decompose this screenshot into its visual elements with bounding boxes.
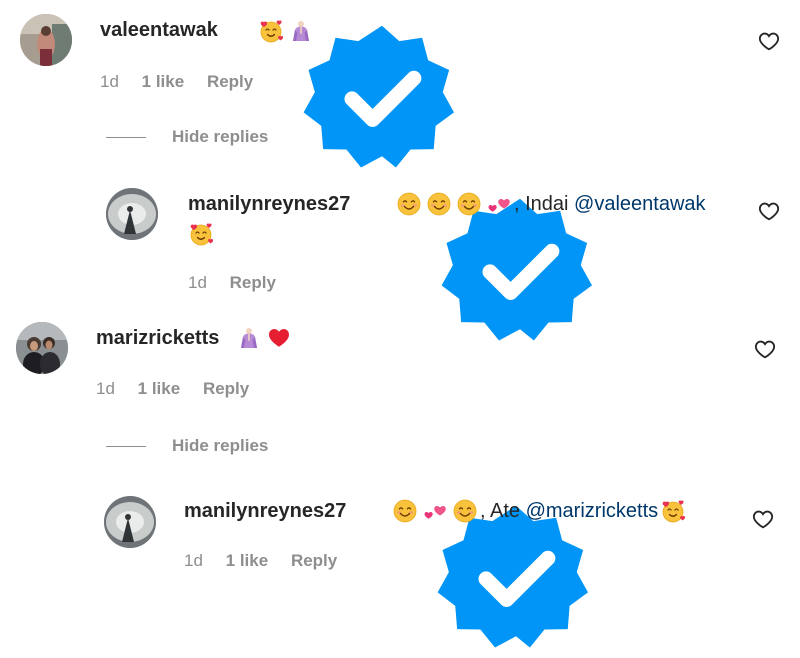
comment-text-line2 [186, 222, 216, 246]
comment-valeentawak: valeentawak 1d 1 like Reply [0, 0, 800, 110]
likes-count[interactable]: 1 like [226, 551, 269, 570]
verified-badge-icon [370, 195, 388, 213]
mention-link[interactable]: @marizricketts [526, 500, 659, 523]
comment-text [226, 19, 316, 43]
verified-badge-icon [232, 22, 250, 40]
reply-button[interactable]: Reply [230, 273, 276, 292]
hide-replies-button[interactable]: Hide replies [106, 127, 268, 147]
avatar[interactable] [104, 496, 156, 548]
comment-time: 1d [100, 72, 119, 91]
avatar[interactable] [16, 322, 68, 374]
smiling-face-with-hearts-emoji [259, 19, 283, 43]
two-hearts-emoji [423, 499, 447, 523]
reply-manilynreynes27-2: manilynreynes27 , Ate @marizricketts 1d … [0, 488, 800, 598]
smiling-face-with-hearts-emoji [189, 222, 213, 246]
hide-replies-label: Hide replies [172, 436, 269, 455]
smiling-face-emoji [453, 499, 477, 523]
smiling-face-emoji [397, 192, 421, 216]
likes-count[interactable]: 1 like [142, 72, 185, 91]
smiling-face-with-hearts-emoji [661, 499, 685, 523]
comment-text: , Indai @valeentawak [364, 192, 706, 216]
comment-text-plain: , Indai [514, 192, 575, 215]
heart-outline-icon[interactable] [754, 338, 776, 360]
reply-button[interactable]: Reply [291, 551, 337, 570]
comment-username[interactable]: manilynreynes27 [188, 193, 350, 216]
heart-outline-icon[interactable] [758, 30, 780, 52]
comment-meta: 1d 1 like Reply [100, 72, 271, 92]
comment-meta: 1d 1 like Reply [96, 379, 267, 399]
reply-button[interactable]: Reply [203, 379, 249, 398]
comment-text: , Ate @marizricketts [360, 499, 688, 523]
comment-marizricketts: marizricketts 1d 1 like Reply [0, 310, 800, 420]
avatar[interactable] [20, 14, 72, 66]
comment-username[interactable]: manilynreynes27 [184, 500, 346, 523]
smiling-face-emoji [393, 499, 417, 523]
comment-text [234, 326, 294, 350]
hide-replies-label: Hide replies [172, 127, 269, 146]
praying-person-emoji [237, 326, 261, 350]
divider-line [106, 136, 146, 138]
comment-text-plain: , Ate [480, 499, 526, 522]
divider-line [106, 445, 146, 447]
two-hearts-emoji [487, 192, 511, 216]
heart-outline-icon[interactable] [752, 508, 774, 530]
comment-meta: 1d 1 like Reply [184, 551, 355, 571]
comment-time: 1d [188, 273, 207, 292]
verified-badge-icon [366, 502, 384, 520]
reply-button[interactable]: Reply [207, 72, 253, 91]
reply-manilynreynes27-1: manilynreynes27 , Indai @valeentawak 1d … [0, 180, 800, 300]
heart-outline-icon[interactable] [758, 200, 780, 222]
mention-link[interactable]: @valeentawak [574, 193, 705, 216]
comment-meta: 1d Reply [188, 273, 294, 293]
likes-count[interactable]: 1 like [138, 379, 181, 398]
comment-username[interactable]: valeentawak [100, 19, 218, 42]
smiling-face-emoji [427, 192, 451, 216]
comment-time: 1d [184, 551, 203, 570]
hide-replies-button[interactable]: Hide replies [106, 436, 268, 456]
comment-username[interactable]: marizricketts [96, 327, 219, 350]
comment-time: 1d [96, 379, 115, 398]
praying-person-emoji [289, 19, 313, 43]
red-heart-emoji [267, 326, 291, 350]
avatar[interactable] [106, 188, 158, 240]
smiling-face-emoji [457, 192, 481, 216]
